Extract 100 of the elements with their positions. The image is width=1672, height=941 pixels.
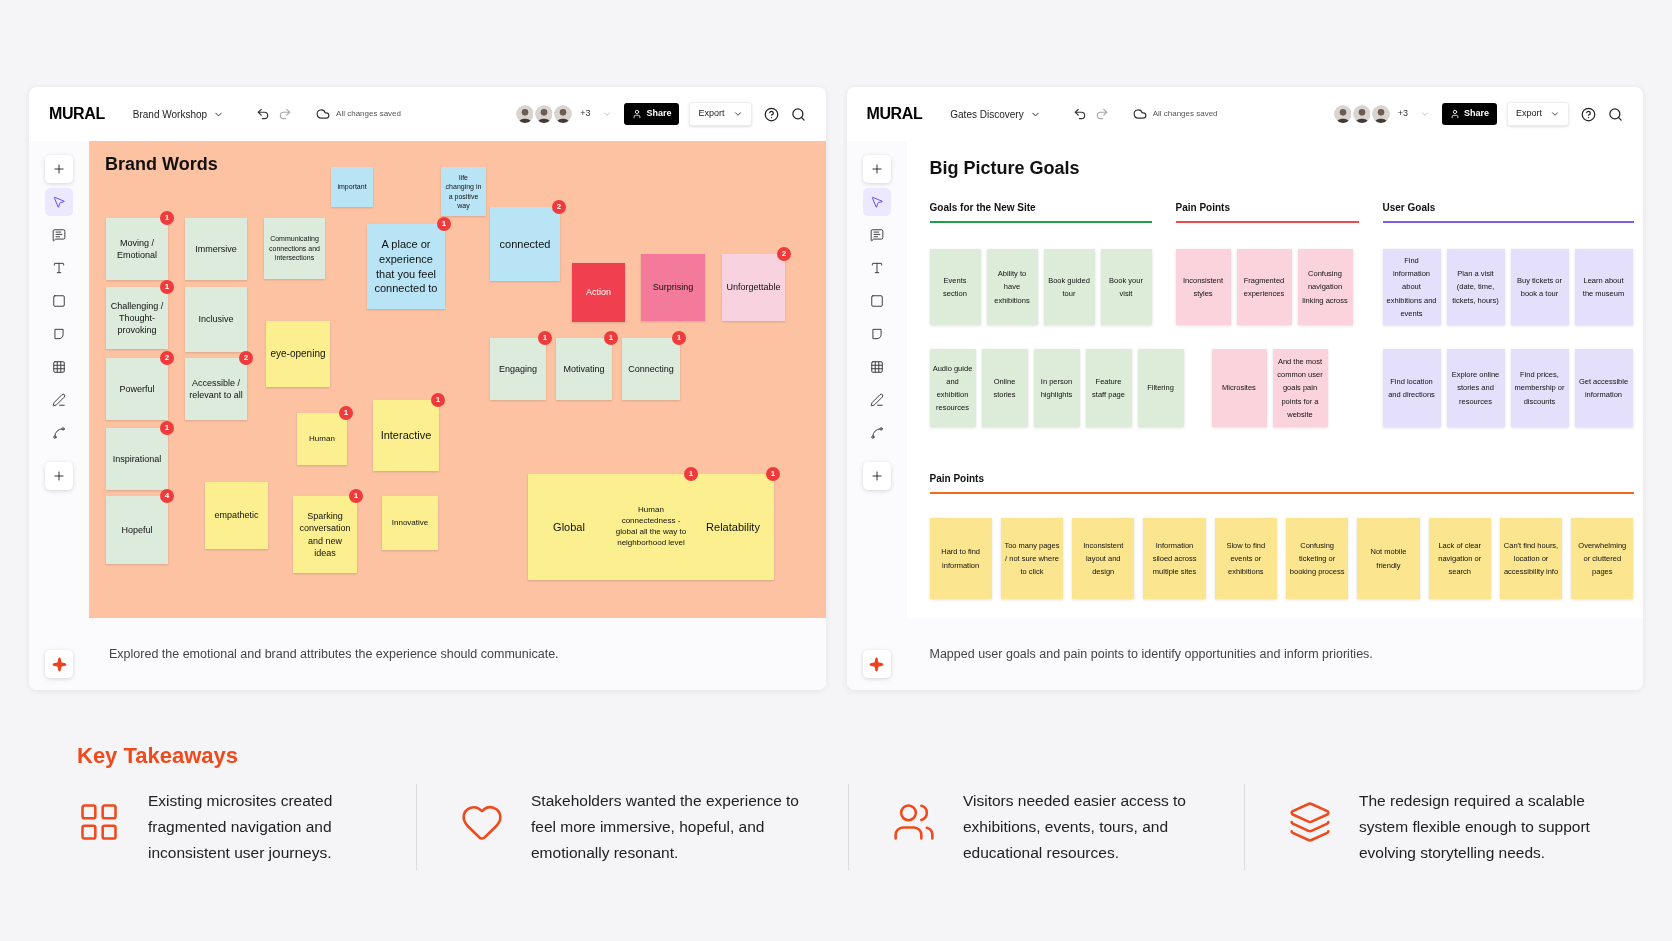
select-tool-button[interactable]	[862, 188, 891, 216]
count-badge: 2	[777, 247, 791, 261]
count-badge: 1	[604, 331, 618, 345]
add-tool-button[interactable]	[862, 155, 891, 183]
count-badge: 1	[339, 406, 353, 420]
count-badge: 1	[437, 217, 451, 231]
collaborator-count[interactable]: +3	[580, 107, 591, 121]
cloud-icon	[1132, 107, 1147, 121]
count-badge: 2	[552, 200, 566, 214]
export-button[interactable]: Export	[1507, 102, 1569, 126]
table-icon	[869, 360, 884, 374]
count-badge: 2	[160, 351, 174, 365]
export-button[interactable]: Export	[689, 102, 752, 126]
note-icon	[869, 327, 884, 341]
canvas-title: Brand Words	[105, 153, 218, 176]
takeaway-text: The redesign required a scalable system flexible enough to support evolving storytelling needs.	[1359, 791, 1591, 863]
pointer-icon	[869, 195, 884, 209]
avatar[interactable]	[1350, 103, 1373, 125]
plus-icon	[52, 469, 66, 483]
ai-assist-button[interactable]	[45, 650, 73, 678]
help-icon[interactable]	[763, 106, 779, 122]
board-caption: Explored the emotional and brand attributes the experience should communicate.	[109, 645, 559, 663]
help-icon[interactable]	[1581, 106, 1596, 122]
plus-icon	[869, 469, 884, 483]
comment-icon	[869, 228, 884, 242]
plus-icon	[52, 162, 66, 176]
sticky-note[interactable]: eye-opening	[266, 321, 330, 387]
board-title-dropdown[interactable]: Gates Discovery	[950, 106, 1041, 122]
ai-assist-button[interactable]	[862, 650, 891, 678]
takeaway-text: Existing microsites created fragmented navigation and inconsistent user journeys.	[148, 791, 334, 863]
canvas-title: Big Picture Goals	[929, 157, 1081, 180]
avatar[interactable]	[514, 103, 537, 125]
comment-icon	[52, 228, 66, 242]
sticky-note[interactable]: Surprising	[641, 254, 705, 321]
sticky-note[interactable]: empathetic	[205, 482, 268, 549]
section-heading: Pain Points	[929, 472, 985, 486]
sparkle-icon	[51, 656, 67, 672]
count-badge: 1	[431, 393, 445, 407]
share-button[interactable]: Share	[1441, 103, 1497, 125]
sticky-text: Global	[553, 519, 585, 535]
pointer-icon	[52, 195, 66, 209]
cloud-icon	[316, 107, 331, 121]
logo: MURAL	[866, 104, 923, 124]
sticky-note[interactable]: Immersive	[185, 218, 247, 280]
text-icon	[869, 261, 884, 275]
share-button[interactable]: Share	[624, 103, 680, 125]
sticky-note[interactable]: Inclusive	[185, 287, 247, 352]
redo-icon[interactable]	[1094, 107, 1109, 121]
table-icon	[52, 360, 66, 374]
takeaway-text: Visitors needed easier access to exhibitions, events, tours, and educational resources.	[963, 791, 1187, 863]
user-icon	[632, 109, 643, 119]
save-status: All changes saved	[1152, 108, 1218, 120]
sticky-text: Human connectedness - global all the way to neighborhood level	[614, 505, 688, 549]
board-caption: Mapped user goals and pain points to identify opportunities and inform priorities.	[929, 645, 1373, 663]
add-tool-button[interactable]	[45, 155, 73, 183]
count-badge: 1	[684, 467, 698, 481]
search-icon[interactable]	[1608, 106, 1623, 122]
board-title-dropdown[interactable]: Brand Workshop	[132, 106, 225, 122]
add-tool-button[interactable]	[862, 462, 891, 490]
count-badge: 1	[160, 280, 174, 294]
select-tool-button[interactable]	[45, 188, 73, 216]
count-badge: 4	[160, 489, 174, 503]
count-badge: 1	[766, 467, 780, 481]
chevron-down-icon	[732, 109, 743, 119]
sticky-note[interactable]: Action	[572, 263, 625, 322]
pen-icon	[52, 393, 66, 407]
square-icon	[52, 294, 66, 308]
section-title: Key Takeaways	[77, 742, 240, 770]
count-badge: 1	[160, 421, 174, 435]
chevron-down-icon	[1550, 109, 1560, 119]
add-tool-button[interactable]	[45, 462, 73, 490]
avatar[interactable]	[1369, 103, 1392, 125]
redo-icon[interactable]	[278, 107, 293, 121]
connector-icon	[52, 426, 66, 440]
count-badge: 1	[349, 489, 363, 503]
undo-icon[interactable]	[256, 107, 271, 121]
section-heading: User Goals	[1382, 201, 1437, 215]
layers-icon	[1288, 800, 1332, 844]
plus-icon	[869, 162, 884, 176]
pen-icon	[869, 393, 884, 407]
undo-icon[interactable]	[1072, 107, 1087, 121]
count-badge: 1	[160, 211, 174, 225]
section-heading: Pain Points	[1175, 201, 1231, 215]
avatar[interactable]	[552, 103, 575, 125]
note-icon	[52, 327, 66, 341]
takeaway-text: Stakeholders wanted the experience to feel more immersive, hopeful, and emotionally resonant.	[531, 791, 799, 863]
square-icon	[869, 294, 884, 308]
save-status: All changes saved	[336, 108, 401, 120]
count-badge: 2	[239, 351, 253, 365]
sparkle-icon	[869, 656, 884, 672]
logo: MURAL	[49, 104, 105, 124]
search-icon[interactable]	[790, 106, 806, 122]
count-badge: 1	[672, 331, 686, 345]
sticky-text: Relatability	[706, 519, 760, 535]
sticky-note[interactable]: Innovative	[382, 496, 438, 550]
collaborator-count[interactable]: +3	[1397, 107, 1408, 121]
connector-icon	[869, 426, 884, 440]
text-icon	[52, 261, 66, 275]
avatar[interactable]	[533, 103, 556, 125]
avatar[interactable]	[1331, 103, 1354, 125]
